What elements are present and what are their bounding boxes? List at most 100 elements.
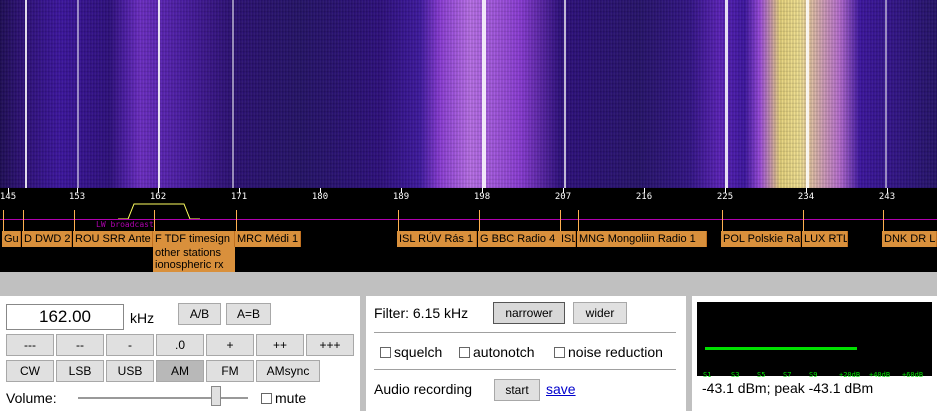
- separator-strip: [0, 272, 937, 296]
- scale-tick-label: 171: [230, 192, 248, 202]
- smeter-tick: S9: [809, 371, 818, 379]
- websdr-window: 145 153 162 171 180 189 198 207 216 225 234 243 LW …: [0, 0, 937, 411]
- mode-lsb-button[interactable]: LSB: [56, 360, 104, 382]
- save-link[interactable]: save: [546, 381, 576, 397]
- passband-indicator[interactable]: [118, 202, 200, 220]
- station-pole: [722, 210, 723, 231]
- station-label[interactable]: F TDF timesign: [153, 231, 235, 247]
- scale-tick-label: 243: [878, 192, 896, 202]
- smeter-bar: [705, 347, 857, 350]
- station-label[interactable]: Gu: [2, 231, 21, 247]
- station-label[interactable]: ROU SRR Ante: [73, 231, 153, 247]
- divider: [374, 332, 676, 333]
- a-equals-b-button[interactable]: A=B: [226, 303, 271, 325]
- carrier-line: [77, 0, 79, 188]
- mode-usb-button[interactable]: USB: [106, 360, 154, 382]
- station-pole: [398, 210, 399, 231]
- station-pole: [23, 210, 24, 231]
- waterfall-display[interactable]: [0, 0, 937, 188]
- autonotch-checkbox[interactable]: [459, 347, 470, 358]
- carrier-line: [806, 0, 809, 188]
- smeter-screen: S1 S3 S5 S7 S9 +20dB +40dB +60dB: [697, 302, 932, 379]
- step-plus-3-button[interactable]: +++: [306, 334, 354, 356]
- carrier-line: [232, 0, 234, 188]
- audio-recording-label: Audio recording: [374, 381, 473, 397]
- smeter-tick: +20dB: [839, 371, 861, 379]
- carrier-line: [482, 0, 486, 188]
- scale-tick-label: 162: [149, 192, 167, 202]
- scale-tick-label: 207: [554, 192, 572, 202]
- filter-panel: Filter: 6.15 kHz narrower wider squelch …: [366, 296, 686, 411]
- squelch-label: squelch: [394, 344, 443, 360]
- volume-slider-thumb[interactable]: [211, 386, 221, 406]
- station-extra-line: ionospheric rx: [155, 259, 224, 271]
- station-pole: [578, 210, 579, 231]
- step-minus-3-button[interactable]: ---: [6, 334, 54, 356]
- smeter-tick: S5: [757, 371, 766, 379]
- carrier-line: [725, 0, 728, 188]
- station-label[interactable]: G BBC Radio 4: [478, 231, 560, 247]
- smeter-tick: +40dB: [869, 371, 891, 379]
- station-label[interactable]: ISL: [559, 231, 576, 247]
- mode-cw-button[interactable]: CW: [6, 360, 54, 382]
- station-extra[interactable]: other stations ionospheric rx: [153, 247, 235, 272]
- record-start-button[interactable]: start: [494, 379, 540, 401]
- station-label[interactable]: LUX RTL: [802, 231, 848, 247]
- station-pole: [154, 210, 155, 231]
- step-round-button[interactable]: .0: [156, 334, 204, 356]
- scale-tick-label: 145: [0, 192, 17, 202]
- mode-amsync-button[interactable]: AMsync: [256, 360, 320, 382]
- squelch-checkbox[interactable]: [380, 347, 391, 358]
- ab-button[interactable]: A/B: [178, 303, 221, 325]
- station-label[interactable]: MNG Mongoliin Radio 1: [577, 231, 707, 247]
- step-minus-2-button[interactable]: --: [56, 334, 104, 356]
- station-label[interactable]: ISL RÚV Rás 1: [397, 231, 477, 247]
- carrier-line: [25, 0, 27, 188]
- narrower-button[interactable]: narrower: [493, 302, 565, 324]
- divider: [374, 369, 676, 370]
- step-minus-1-button[interactable]: -: [106, 334, 154, 356]
- mode-am-button[interactable]: AM: [156, 360, 204, 382]
- frequency-scale[interactable]: 145 153 162 171 180 189 198 207 216 225 234 243 LW …: [0, 188, 937, 272]
- station-pole: [883, 210, 884, 231]
- volume-label: Volume:: [6, 390, 57, 406]
- frequency-panel: 162.00 kHz A/B A=B --- -- - .0 + ++ +++ …: [0, 296, 360, 411]
- step-plus-1-button[interactable]: +: [206, 334, 254, 356]
- signal-reading: -43.1 dBm; peak -43.1 dBm: [702, 380, 874, 396]
- station-label[interactable]: D DWD 2: [22, 231, 72, 247]
- station-pole: [803, 210, 804, 231]
- scale-tick-label: 234: [797, 192, 815, 202]
- station-extra-line: other stations: [155, 247, 222, 259]
- smeter-tick: +60dB: [902, 371, 924, 379]
- smeter-tick: S3: [731, 371, 740, 379]
- carrier-line: [885, 0, 887, 188]
- mode-fm-button[interactable]: FM: [206, 360, 254, 382]
- waterfall-noise: [0, 0, 937, 188]
- smeter-tick: S1: [703, 371, 712, 379]
- station-pole: [479, 210, 480, 231]
- scale-tick-label: 216: [635, 192, 653, 202]
- station-label[interactable]: MRC Médi 1: [235, 231, 301, 247]
- noise-reduction-checkbox[interactable]: [554, 347, 565, 358]
- autonotch-label: autonotch: [473, 344, 535, 360]
- scale-tick-label: 225: [716, 192, 734, 202]
- step-plus-2-button[interactable]: ++: [256, 334, 304, 356]
- station-pole: [236, 210, 237, 231]
- station-label[interactable]: DNK DR La: [882, 231, 937, 247]
- mute-label: mute: [275, 390, 307, 406]
- scale-tick-label: 180: [311, 192, 329, 202]
- frequency-input[interactable]: 162.00: [6, 304, 124, 330]
- scale-tick-label: 189: [392, 192, 410, 202]
- volume-slider-track[interactable]: [78, 397, 248, 399]
- frequency-unit: kHz: [130, 310, 155, 326]
- filter-label: Filter: 6.15 kHz: [374, 305, 469, 321]
- scale-tick-label: 153: [68, 192, 86, 202]
- band-label: LW broadcast: [96, 220, 154, 229]
- station-label[interactable]: POL Polskie Ra: [721, 231, 801, 247]
- carrier-line: [564, 0, 566, 188]
- smeter-panel: S1 S3 S5 S7 S9 +20dB +40dB +60dB -43.1 dBm; pea…: [692, 296, 937, 411]
- wider-button[interactable]: wider: [573, 302, 627, 324]
- station-pole: [3, 210, 4, 231]
- station-pole: [560, 210, 561, 231]
- mute-checkbox[interactable]: [261, 393, 272, 404]
